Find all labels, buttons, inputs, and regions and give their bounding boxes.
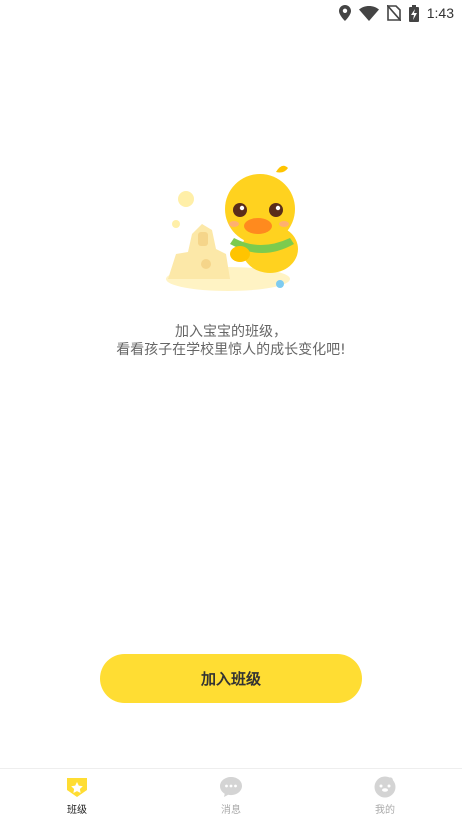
tab-messages[interactable]: 消息: [154, 769, 308, 822]
profile-face-icon: [374, 776, 396, 797]
empty-state-line-1: 加入宝宝的班级，: [175, 324, 287, 340]
wifi-icon: [358, 5, 379, 21]
join-class-button[interactable]: 加入班级: [100, 654, 362, 703]
empty-state-message: 加入宝宝的班级， 看看孩子在学校里惊人的成长变化吧!: [0, 323, 462, 359]
location-icon: [338, 5, 351, 21]
class-badge-icon: [67, 777, 87, 797]
tab-messages-label: 消息: [221, 804, 241, 816]
bottom-tab-bar: 班级 消息 我的: [0, 768, 462, 822]
status-time: 1:43: [426, 5, 454, 21]
class-page: 加入宝宝的班级， 看看孩子在学校里惊人的成长变化吧! 加入班级: [0, 26, 462, 768]
tab-class-label: 班级: [67, 804, 87, 816]
duck-sandcastle-illustration: [166, 165, 298, 291]
tab-class[interactable]: 班级: [0, 769, 154, 822]
battery-icon: [408, 4, 419, 22]
tab-mine[interactable]: 我的: [308, 769, 462, 822]
status-icons: 1:43: [338, 3, 454, 23]
tab-mine-label: 我的: [375, 804, 395, 816]
message-bubble-icon: [220, 776, 242, 797]
status-bar: 1:43: [0, 0, 462, 26]
empty-state-line-2: 看看孩子在学校里惊人的成长变化吧!: [116, 342, 346, 358]
no-sim-icon: [386, 5, 401, 21]
